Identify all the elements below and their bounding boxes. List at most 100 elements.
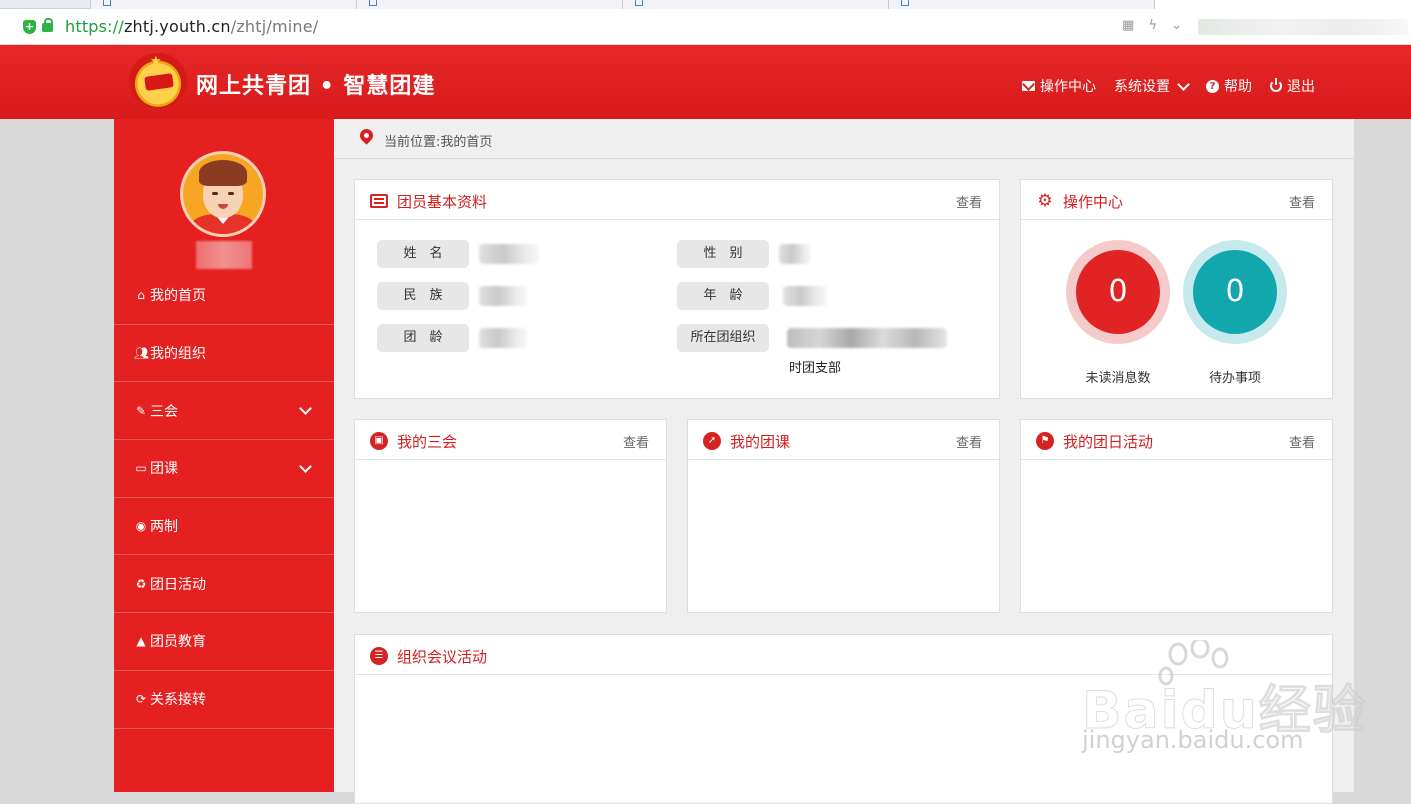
chevron-down-icon bbox=[299, 402, 312, 416]
app-header: 网上共青团 • 智慧团建 操作中心 系统设置 ? 帮助 退出 bbox=[0, 45, 1411, 119]
field-label-gender: 性 别 bbox=[677, 240, 769, 268]
browser-tab[interactable] bbox=[90, 0, 356, 9]
sidebar-item-label: 团员教育 bbox=[150, 634, 206, 651]
lightning-icon[interactable]: ϟ bbox=[1148, 18, 1157, 33]
dropdown-chevron-icon[interactable]: ⌄ bbox=[1171, 18, 1182, 33]
nav-help-label: 帮助 bbox=[1224, 79, 1252, 95]
sidebar-menu: ⌂ 我的首页 👥︎ 我的组织 ✎ 三会 ▭ 团课 ◉ 两制 ♻ 团日活动 ▲ 团员教育 ⟳ 关系… bbox=[114, 267, 334, 729]
tuanri-panel: ⚑ 我的团日活动 查看 bbox=[1020, 419, 1333, 613]
page-favicon-icon bbox=[901, 0, 909, 6]
browser-tab[interactable] bbox=[356, 0, 622, 9]
nav-settings-label: 系统设置 bbox=[1114, 79, 1170, 95]
view-link[interactable]: 查看 bbox=[1289, 432, 1315, 451]
avatar-hair bbox=[199, 160, 247, 186]
user-name-blurred bbox=[196, 241, 252, 269]
sidebar: ⌂ 我的首页 👥︎ 我的组织 ✎ 三会 ▭ 团课 ◉ 两制 ♻ 团日活动 ▲ 团员教育 ⟳ 关系… bbox=[114, 119, 334, 792]
sidebar-item-label: 我的组织 bbox=[150, 346, 206, 363]
nav-ops-center-label: 操作中心 bbox=[1040, 79, 1096, 95]
sidebar-item-education[interactable]: ▲ 团员教育 bbox=[114, 613, 334, 671]
todo-label: 待办事项 bbox=[1208, 371, 1261, 386]
sidebar-item-sanhui[interactable]: ✎ 三会 bbox=[114, 382, 334, 441]
field-value-blurred bbox=[479, 244, 539, 264]
todo-count: 0 bbox=[1193, 250, 1277, 334]
top-navigation: 操作中心 系统设置 ? 帮助 退出 bbox=[1022, 76, 1315, 96]
calendar-icon: ▣ bbox=[370, 432, 388, 450]
view-link[interactable]: 查看 bbox=[956, 432, 982, 451]
panel-header: ▣ 我的三会 查看 bbox=[355, 420, 666, 460]
browser-tab-strip bbox=[0, 0, 1411, 9]
sanhui-panel: ▣ 我的三会 查看 bbox=[354, 419, 667, 613]
sidebar-item-label: 三会 bbox=[150, 403, 178, 420]
refresh-icon: ⟳ bbox=[135, 692, 147, 707]
panel-title: 组织会议活动 bbox=[397, 648, 488, 666]
qr-code-icon[interactable]: ▦ bbox=[1122, 18, 1134, 33]
panel-header: ➚ 我的团课 查看 bbox=[688, 420, 999, 460]
page-favicon-icon bbox=[103, 0, 111, 6]
url-host: zhtj.youth.cn bbox=[123, 17, 231, 36]
gear-icon: ⚙ bbox=[1037, 191, 1053, 211]
nav-help[interactable]: ? 帮助 bbox=[1206, 76, 1252, 96]
nav-ops-center[interactable]: 操作中心 bbox=[1022, 76, 1096, 96]
nav-logout-label: 退出 bbox=[1287, 79, 1315, 95]
field-value-blurred bbox=[787, 328, 947, 348]
field-label-age: 年 龄 bbox=[677, 282, 769, 310]
url-path: /zhtj/mine/ bbox=[230, 17, 319, 36]
sidebar-item-label: 两制 bbox=[150, 519, 178, 536]
url-scheme: https:// bbox=[65, 17, 124, 36]
flag-icon: ⚑ bbox=[1036, 432, 1054, 450]
panel-title: 我的团课 bbox=[730, 433, 791, 451]
envelope-icon bbox=[1022, 81, 1035, 91]
unread-count: 0 bbox=[1076, 250, 1160, 334]
todo-badge[interactable]: 0 bbox=[1183, 240, 1287, 344]
power-icon bbox=[1270, 78, 1282, 92]
lock-icon bbox=[42, 18, 53, 32]
sidebar-item-label: 团课 bbox=[150, 461, 178, 478]
list-icon: ☰ bbox=[370, 647, 388, 665]
edit-icon: ✎ bbox=[135, 403, 147, 418]
sidebar-item-tuanri[interactable]: ♻ 团日活动 bbox=[114, 555, 334, 614]
sidebar-item-label: 我的首页 bbox=[150, 288, 206, 305]
recycle-icon: ♻ bbox=[135, 576, 147, 591]
folder-icon: ▭ bbox=[135, 461, 147, 476]
breadcrumb: 当前位置:我的首页 bbox=[334, 119, 1354, 159]
avatar-eye bbox=[228, 192, 234, 195]
nav-system-settings[interactable]: 系统设置 bbox=[1114, 76, 1190, 96]
unread-label: 未读消息数 bbox=[1085, 371, 1151, 386]
nav-logout[interactable]: 退出 bbox=[1270, 76, 1315, 96]
address-bar[interactable]: + https://zhtj.youth.cn/zhtj/mine/ ▦ ϟ ⌄ bbox=[0, 9, 1411, 45]
sidebar-item-transfer[interactable]: ⟳ 关系接转 bbox=[114, 671, 334, 729]
chevron-down-icon bbox=[1177, 77, 1190, 91]
youth-league-emblem-logo bbox=[129, 53, 187, 109]
sidebar-item-liangzhi[interactable]: ◉ 两制 bbox=[114, 498, 334, 556]
view-link[interactable]: 查看 bbox=[623, 432, 649, 451]
browser-tab-active[interactable] bbox=[1154, 0, 1411, 9]
panel-title: 我的团日活动 bbox=[1063, 433, 1154, 451]
view-link[interactable]: 查看 bbox=[956, 192, 982, 211]
sidebar-item-my-org[interactable]: 👥︎ 我的组织 bbox=[114, 325, 334, 383]
baidu-paw-watermark-icon bbox=[1158, 640, 1229, 686]
panel-header: ⚑ 我的团日活动 查看 bbox=[1021, 420, 1332, 460]
graduation-cap-icon: ▲ bbox=[136, 634, 146, 649]
panel-header: 团员基本资料 查看 bbox=[355, 180, 999, 220]
blurred-extension-area bbox=[1198, 19, 1408, 35]
browser-tab[interactable] bbox=[888, 0, 1154, 9]
rocket-icon: ➚ bbox=[703, 432, 721, 450]
users-icon: 👥︎ bbox=[134, 346, 150, 361]
sidebar-item-tuanke[interactable]: ▭ 团课 bbox=[114, 440, 334, 498]
sidebar-item-home[interactable]: ⌂ 我的首页 bbox=[114, 267, 334, 325]
panel-title: 我的三会 bbox=[397, 433, 458, 451]
url-text[interactable]: https://zhtj.youth.cn/zhtj/mine/ bbox=[65, 17, 318, 36]
tuanke-panel: ➚ 我的团课 查看 bbox=[687, 419, 1000, 613]
view-link[interactable]: 查看 bbox=[1289, 192, 1315, 211]
location-pin-icon bbox=[357, 126, 376, 145]
field-value-blurred bbox=[479, 328, 527, 348]
unread-messages-badge[interactable]: 0 bbox=[1066, 240, 1170, 344]
field-label-name: 姓 名 bbox=[377, 240, 469, 268]
address-bar-tools: ▦ ϟ ⌄ bbox=[1122, 18, 1192, 33]
page-favicon-icon bbox=[369, 0, 377, 6]
member-profile-panel: 团员基本资料 查看 姓 名 性 别 民 族 年 龄 团 龄 所在团组织 时团支部 bbox=[354, 179, 1000, 399]
avatar[interactable] bbox=[180, 151, 266, 237]
sidebar-item-label: 团日活动 bbox=[150, 576, 206, 593]
page-favicon-icon bbox=[635, 0, 643, 6]
browser-tab[interactable] bbox=[622, 0, 888, 9]
